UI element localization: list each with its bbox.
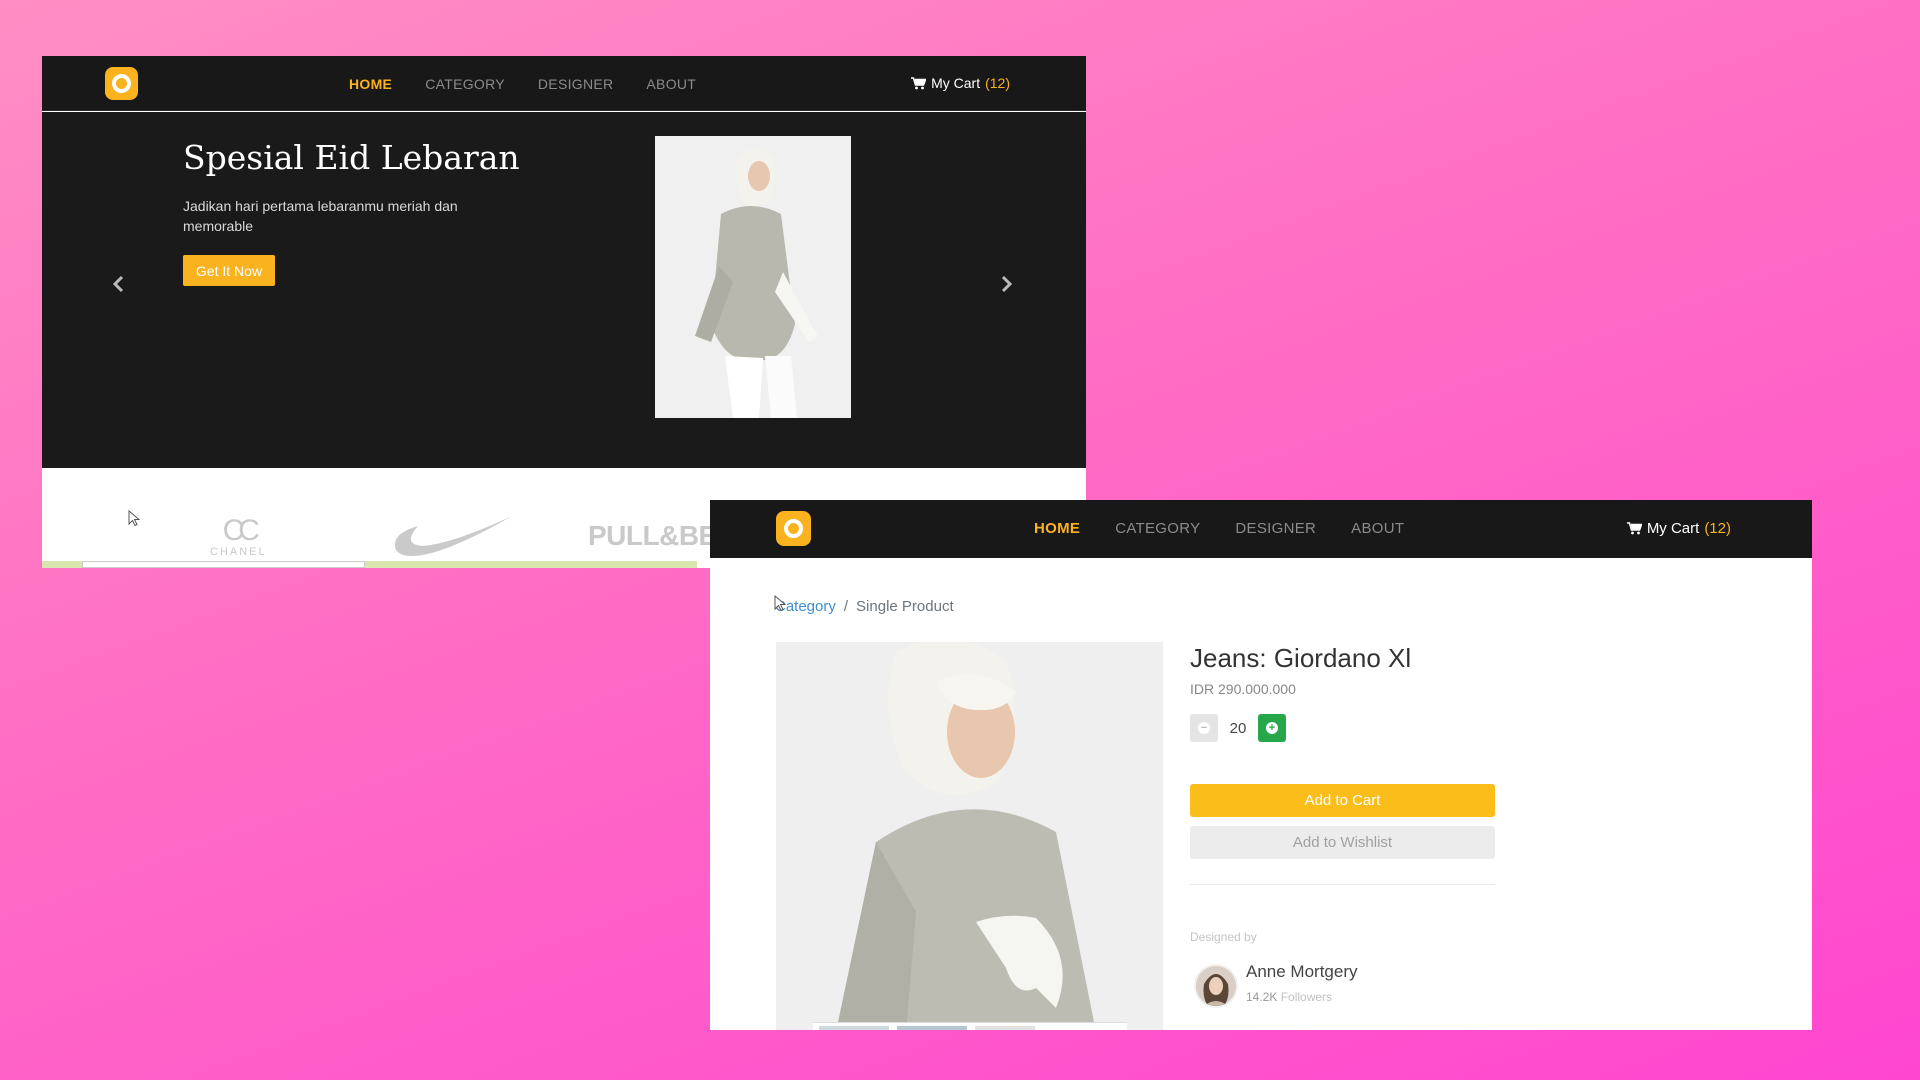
nav-links: HOME CATEGORY DESIGNER ABOUT [1034, 520, 1439, 537]
product-title: Jeans: Giordano Xl [1190, 643, 1412, 673]
chanel-logo: CC CHANEL [210, 514, 267, 559]
chevron-left-icon[interactable] [112, 269, 124, 300]
plus-icon: + [1266, 722, 1278, 734]
minus-icon: − [1198, 722, 1210, 734]
nav-links: HOME CATEGORY DESIGNER ABOUT [349, 76, 729, 92]
breadcrumb-current: Single Product [856, 598, 954, 615]
designer-name[interactable]: Anne Mortgery [1246, 962, 1358, 982]
breadcrumb-separator: / [843, 598, 849, 615]
mouse-cursor-icon [774, 594, 787, 617]
hero-product-image [655, 136, 851, 418]
cart-label: My Cart [931, 75, 981, 91]
nav-about[interactable]: ABOUT [646, 76, 696, 92]
nav-home[interactable]: HOME [349, 76, 392, 92]
home-page-window: HOME CATEGORY DESIGNER ABOUT My Cart (12… [42, 56, 1086, 568]
hero-title: Spesial Eid Lebaran [183, 138, 520, 177]
hero-subtitle: Jadikan hari pertama lebaranmu meriah da… [183, 198, 458, 234]
product-page-window: HOME CATEGORY DESIGNER ABOUT My Cart (12… [710, 500, 1812, 1030]
quantity-stepper: − 20 + [1190, 714, 1286, 742]
cart-count: (12) [1704, 520, 1731, 537]
chevron-right-icon[interactable] [1001, 269, 1013, 300]
add-to-wishlist-button[interactable]: Add to Wishlist [1190, 826, 1495, 859]
cart-icon [911, 76, 927, 90]
hero-carousel: Spesial Eid Lebaran Jadikan hari pertama… [42, 112, 1086, 468]
nav-about[interactable]: ABOUT [1351, 520, 1404, 537]
designer-followers: 14.2K Followers [1246, 990, 1333, 1004]
pull-and-bear-logo: PULL&BE [588, 520, 717, 551]
divider [1190, 884, 1495, 885]
breadcrumb: Category / Single Product [775, 598, 954, 615]
nav-designer[interactable]: DESIGNER [538, 76, 614, 92]
cart-link[interactable]: My Cart (12) [1626, 520, 1731, 537]
mouse-cursor-icon [128, 509, 141, 532]
designed-by-label: Designed by [1190, 930, 1257, 944]
cart-link[interactable]: My Cart (12) [911, 75, 1010, 91]
decrease-quantity-button[interactable]: − [1190, 714, 1218, 742]
product-image [776, 642, 1163, 1030]
navbar: HOME CATEGORY DESIGNER ABOUT My Cart (12… [42, 56, 1086, 111]
logo-icon[interactable] [105, 67, 138, 100]
cart-count: (12) [985, 75, 1010, 91]
thumbnail-strip [813, 1022, 1127, 1030]
nike-logo [392, 512, 512, 561]
nav-category[interactable]: CATEGORY [425, 76, 505, 92]
product-price: IDR 290.000.000 [1190, 681, 1296, 697]
increase-quantity-button[interactable]: + [1258, 714, 1286, 742]
navbar: HOME CATEGORY DESIGNER ABOUT My Cart (12… [710, 500, 1812, 558]
add-to-cart-button[interactable]: Add to Cart [1190, 784, 1495, 817]
nav-home[interactable]: HOME [1034, 520, 1080, 537]
nav-category[interactable]: CATEGORY [1115, 520, 1200, 537]
footer-preview-strip [42, 561, 697, 568]
logo-icon[interactable] [776, 511, 811, 546]
cart-label: My Cart [1646, 520, 1700, 537]
get-it-now-button[interactable]: Get It Now [183, 255, 275, 286]
nav-designer[interactable]: DESIGNER [1235, 520, 1316, 537]
quantity-value[interactable]: 20 [1228, 720, 1248, 737]
designer-avatar[interactable] [1194, 964, 1238, 1008]
cart-icon [1626, 522, 1642, 535]
